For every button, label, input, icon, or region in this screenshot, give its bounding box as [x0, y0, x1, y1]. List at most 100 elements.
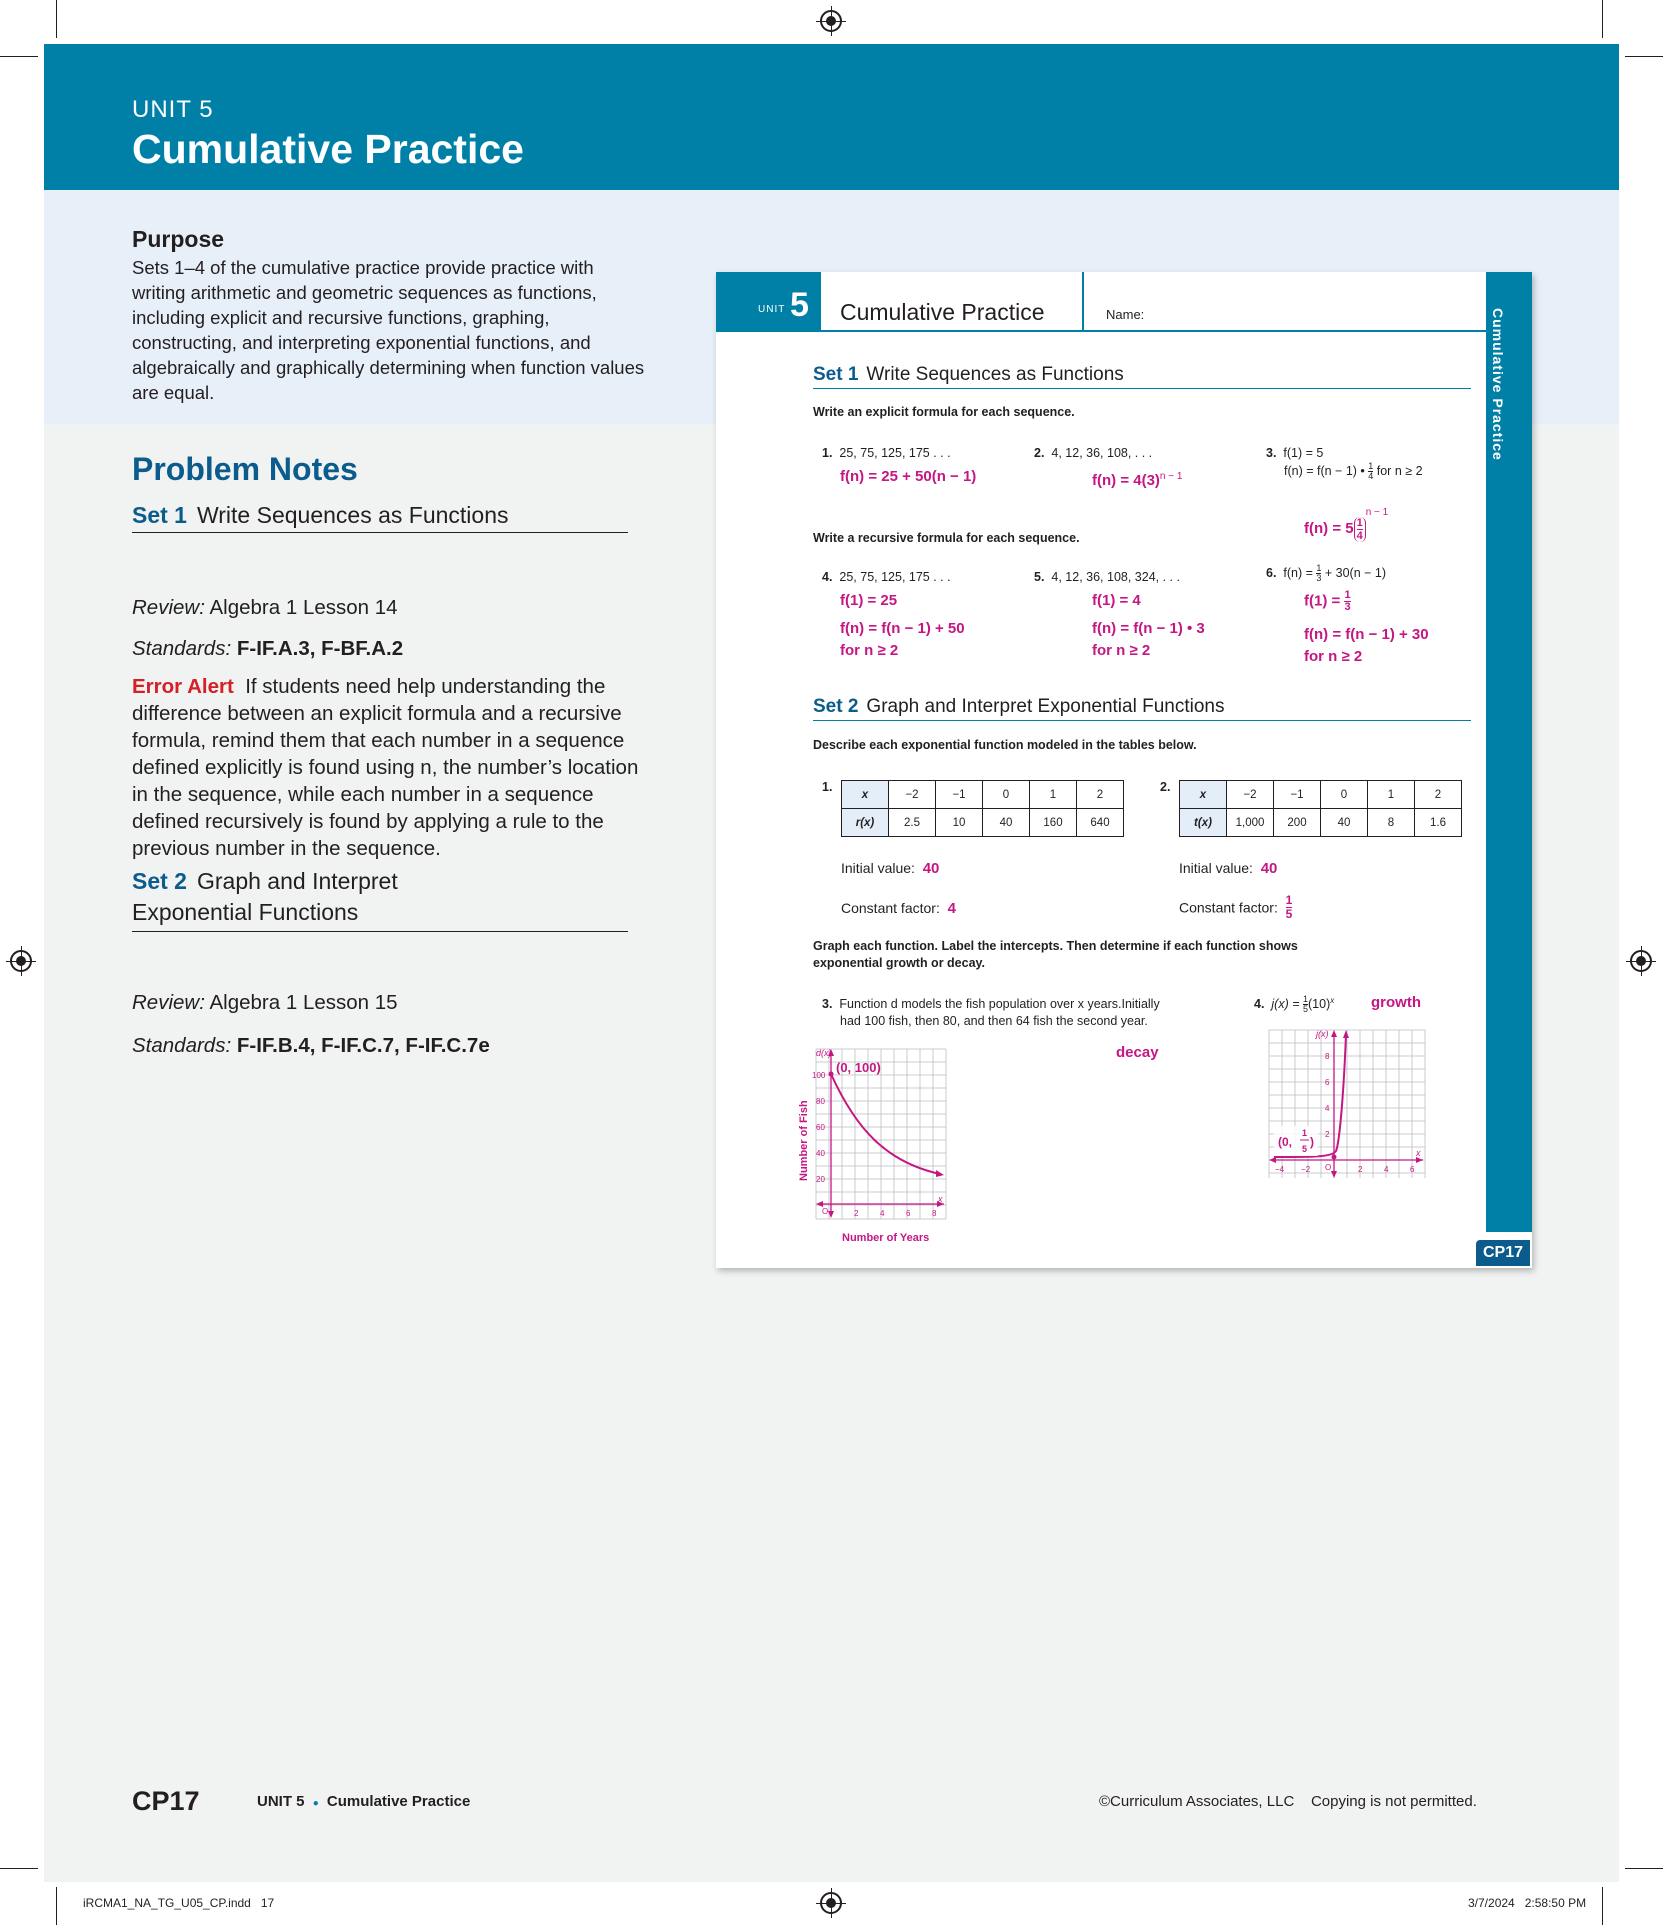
table-cell: 2 [1414, 780, 1462, 809]
table-cell: 40 [1320, 808, 1368, 837]
answer-3: f(n) = 514n − 1 [1304, 502, 1388, 542]
problem-text: f(n) = [1283, 565, 1317, 580]
arrow-icon [1343, 1030, 1349, 1038]
y-tick-label: 20 [816, 1175, 825, 1184]
origin-label: O [1325, 1163, 1331, 1172]
y-tick-label: 80 [816, 1097, 825, 1106]
error-alert-text: If students need help understanding the … [132, 675, 639, 860]
error-alert-label: Error Alert [132, 675, 234, 698]
crop-mark [0, 1868, 38, 1869]
table2-constant-factor: Constant factor: 15 [1179, 894, 1293, 921]
problem-number: 5. [1034, 570, 1045, 584]
arrow-icon [936, 1170, 944, 1177]
table-cell: t(x) [1179, 808, 1227, 837]
x-tick-label: −4 [1275, 1165, 1285, 1174]
table1-constant-factor: Constant factor: 4 [841, 898, 956, 919]
review-label: Review: [132, 991, 205, 1014]
graph-problem-3: 3. Function d models the fish population… [822, 996, 1160, 1030]
origin-label: O [822, 1207, 828, 1216]
graph-x-title: Number of Years [842, 1232, 929, 1244]
recursive-instruction: Write a recursive formula for each seque… [813, 531, 1080, 545]
answer: 40 [1260, 860, 1278, 877]
table-cell: 1.6 [1414, 808, 1462, 837]
graph-y-title: Number of Fish [798, 1100, 810, 1181]
set1-title: Write Sequences as Functions [196, 502, 509, 528]
table-row: x −2 −1 0 1 2 [1179, 780, 1462, 809]
denominator: 4 [1356, 529, 1363, 542]
student-page-card: UNIT 5 Cumulative Practice Name: Cumulat… [716, 272, 1532, 1268]
set2-number: Set 2 [132, 868, 187, 894]
table-problem-2-number: 2. [1160, 780, 1171, 794]
crop-mark [1625, 56, 1663, 57]
problem-3: 3. f(1) = 5 [1266, 445, 1323, 462]
copyright: ©Curriculum Associates, LLC Copying is n… [1099, 1793, 1477, 1810]
registration-mark-icon [816, 6, 846, 36]
answer-text: f(n) = 4(3) [1092, 472, 1160, 489]
set1-review: Review: Algebra 1 Lesson 14 [132, 594, 632, 621]
table-row: x −2 −1 0 1 2 [841, 780, 1124, 809]
x-tick-label: 2 [854, 1209, 859, 1218]
answer-2: f(n) = 4(3)n − 1 [1092, 466, 1182, 491]
review-value: Algebra 1 Lesson 14 [209, 596, 398, 619]
problem-tail: (10) [1308, 997, 1331, 1012]
set1-standards: Standards: F-IF.A.3, F-BF.A.2 [132, 635, 632, 662]
y-tick-label: 8 [1325, 1052, 1330, 1061]
arrow-icon [1331, 1171, 1337, 1178]
x-tick-label: 4 [1384, 1165, 1389, 1174]
slug-file-info: iRCMA1_NA_TG_U05_CP.indd 17 [83, 1896, 275, 1910]
crop-mark [1602, 0, 1603, 38]
table-cell: 8 [1367, 808, 1415, 837]
problem-2: 2. 4, 12, 36, 108, . . . [1034, 445, 1152, 462]
problem-line1: f(1) = 5 [1283, 446, 1324, 460]
set-number: Set 2 [813, 696, 859, 717]
label: Constant factor: [841, 900, 940, 916]
answer-1: f(n) = 25 + 50(n − 1) [840, 468, 977, 485]
answer-fraction: 15 [1285, 894, 1293, 921]
x-tick-label: 4 [880, 1209, 885, 1218]
purpose-text: Sets 1–4 of the cumulative practice prov… [132, 257, 645, 403]
denominator: 3 [1344, 601, 1351, 613]
problem-line1: Function d models the fish population ov… [839, 997, 1160, 1011]
purpose-heading: Purpose [132, 226, 225, 252]
footer-page-number: CP17 [132, 1786, 200, 1816]
name-label: Name: [1106, 307, 1145, 322]
problem-number: 3. [1266, 446, 1277, 460]
standards-label: Standards: [132, 637, 232, 660]
point-label: (0, 100) [836, 1060, 881, 1075]
problem-text: 4, 12, 36, 108, 324, . . . [1051, 570, 1180, 584]
x-tick-label: 8 [932, 1209, 937, 1218]
slug-timestamp: 3/7/2024 2:58:50 PM [1468, 1896, 1587, 1910]
table-cell: 2 [1076, 780, 1124, 809]
answer-5-line1: f(1) = 4 [1092, 592, 1141, 609]
answer-5-line2: f(n) = f(n − 1) • 3 [1092, 620, 1205, 637]
table-problem-1-number: 1. [822, 780, 833, 794]
graph-exponential-growth: j(x) x O 8 6 4 2 −4 −2 2 4 6 (0, 1 5 ) [1268, 1029, 1426, 1178]
problem-text: 4, 12, 36, 108, . . . [1051, 446, 1153, 460]
set-number: Set 1 [813, 364, 859, 385]
set1-number: Set 1 [132, 502, 187, 528]
table-row: t(x) 1,000 200 40 8 1.6 [1179, 808, 1462, 837]
problem-number: 4. [822, 570, 833, 584]
set1-heading: Set 1 Write Sequences as Functions [132, 502, 628, 533]
table-cell: −1 [935, 780, 983, 809]
page-title: Cumulative Practice [132, 126, 524, 172]
standards-value: F-IF.A.3, F-BF.A.2 [236, 637, 404, 660]
crop-mark [1602, 1887, 1603, 1925]
x-tick-label: −2 [1301, 1165, 1311, 1174]
denominator: 5 [1285, 907, 1293, 921]
numerator: 1 [1356, 516, 1363, 530]
table2-initial-value: Initial value: 40 [1179, 858, 1277, 879]
x-axis-label: x [1415, 1148, 1421, 1158]
y-tick-label: 6 [1325, 1078, 1330, 1087]
answer-text: f(n) = 5 [1304, 520, 1354, 537]
answer: 40 [922, 860, 940, 877]
label: Constant factor: [1179, 899, 1278, 916]
unit-label: UNIT 5 [132, 96, 214, 123]
unit-number: 5 [790, 286, 809, 324]
set-title: Write Sequences as Functions [866, 364, 1124, 385]
problem-4: 4. 25, 75, 125, 175 . . . [822, 569, 951, 586]
unit-banner: UNIT 5 Cumulative Practice [44, 44, 1619, 190]
intercept-point [828, 1071, 834, 1077]
card-header: UNIT 5 Cumulative Practice Name: [716, 272, 1486, 332]
answer-4-line2: f(n) = f(n − 1) + 50 [840, 620, 965, 637]
